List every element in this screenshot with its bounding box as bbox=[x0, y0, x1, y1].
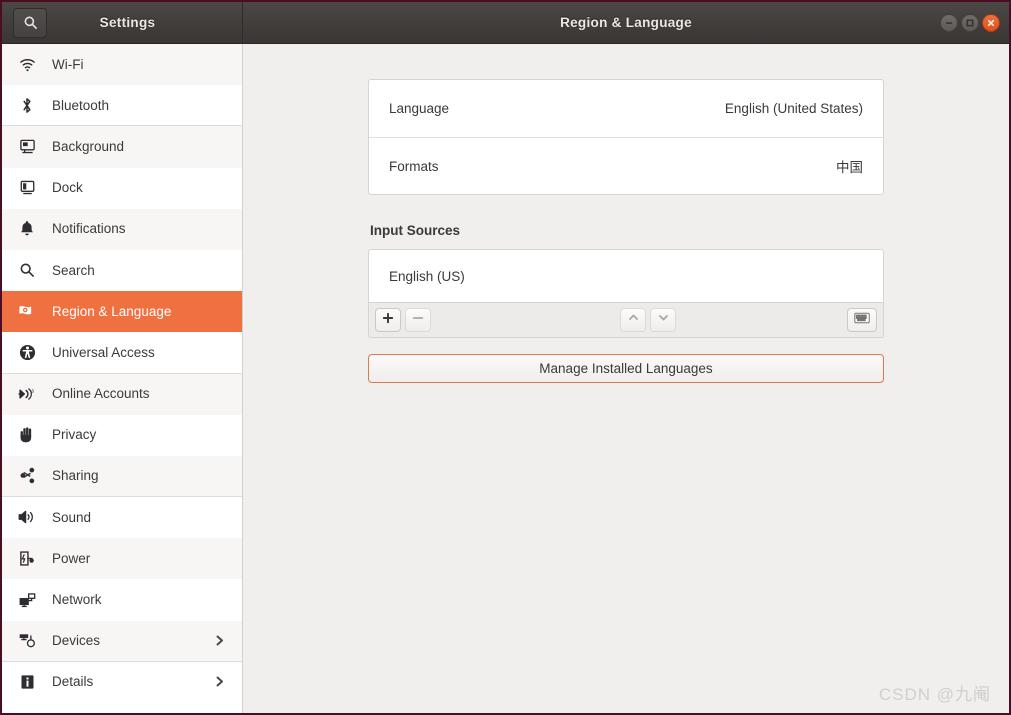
sidebar-item-universal-access[interactable]: Universal Access bbox=[2, 332, 242, 374]
window-title: Region & Language bbox=[560, 15, 692, 30]
region-language-icon bbox=[16, 303, 38, 319]
sidebar-item-label: Devices bbox=[52, 633, 101, 649]
titlebar: Settings Region & Language bbox=[2, 2, 1009, 44]
settings-window: Settings Region & Language Wi-Fi Bluetoo… bbox=[0, 0, 1011, 715]
input-sources-toolbar bbox=[368, 302, 884, 338]
sidebar-item-wi-fi[interactable]: Wi-Fi bbox=[2, 44, 242, 86]
sidebar-item-label: Universal Access bbox=[52, 344, 155, 360]
sidebar-item-label: Wi-Fi bbox=[52, 56, 84, 72]
accessibility-icon bbox=[16, 344, 38, 361]
sidebar-item-label: Bluetooth bbox=[52, 97, 110, 113]
sidebar-item-label: Region & Language bbox=[52, 303, 172, 319]
dock-icon bbox=[16, 179, 38, 196]
maximize-icon bbox=[965, 18, 975, 28]
minimize-button[interactable] bbox=[940, 13, 958, 32]
move-up-button[interactable] bbox=[620, 308, 646, 332]
sidebar-item-label: Sound bbox=[52, 509, 92, 525]
add-input-source-button[interactable] bbox=[375, 308, 401, 332]
chevron-down-icon bbox=[657, 311, 670, 329]
sidebar-item-region-language[interactable]: Region & Language bbox=[2, 291, 242, 333]
list-item[interactable]: English (US) bbox=[369, 250, 883, 302]
sidebar-item-devices[interactable]: Devices bbox=[2, 620, 242, 662]
sidebar-item-label: Power bbox=[52, 550, 91, 566]
power-icon bbox=[16, 550, 38, 567]
formats-label: Formats bbox=[389, 158, 439, 174]
sidebar-item-label: Notifications bbox=[52, 221, 126, 237]
move-down-button[interactable] bbox=[650, 308, 676, 332]
titlebar-main-section: Region & Language bbox=[243, 2, 1009, 43]
sidebar-item-power[interactable]: Power bbox=[2, 538, 242, 580]
chevron-right-icon bbox=[213, 634, 226, 647]
minimize-icon bbox=[944, 18, 954, 28]
svg-text:s: s bbox=[31, 388, 34, 394]
sidebar-item-privacy[interactable]: Privacy bbox=[2, 415, 242, 456]
sound-icon bbox=[16, 509, 38, 525]
search-icon bbox=[16, 262, 38, 278]
sidebar-item-sound[interactable]: Sound bbox=[2, 497, 242, 538]
close-button[interactable] bbox=[982, 13, 1000, 32]
keyboard-icon bbox=[854, 311, 870, 329]
maximize-button[interactable] bbox=[961, 13, 979, 32]
input-sources-list: English (US) bbox=[368, 249, 884, 302]
sidebar-item-label: Sharing bbox=[52, 468, 99, 484]
main-content: Language English (United States) Formats… bbox=[243, 44, 1009, 713]
sidebar-item-label: Privacy bbox=[52, 427, 97, 443]
sidebar-item-label: Background bbox=[52, 138, 125, 154]
sidebar-item-details[interactable]: Details bbox=[2, 662, 242, 703]
sidebar-item-label: Network bbox=[52, 592, 102, 608]
sidebar: Wi-Fi Bluetooth Background Dock Notifica… bbox=[2, 44, 243, 713]
reorder-button-group bbox=[620, 308, 680, 332]
bell-icon bbox=[16, 220, 38, 237]
settings-panel: Language English (United States) Formats… bbox=[368, 44, 884, 383]
formats-value: 中国 bbox=[836, 160, 863, 175]
bluetooth-icon bbox=[16, 97, 38, 114]
details-info-icon bbox=[16, 674, 38, 690]
manage-installed-languages-button[interactable]: Manage Installed Languages bbox=[368, 354, 884, 383]
window-body: Wi-Fi Bluetooth Background Dock Notifica… bbox=[2, 44, 1009, 713]
sidebar-item-search[interactable]: Search bbox=[2, 250, 242, 291]
remove-input-source-button[interactable] bbox=[405, 308, 431, 332]
sidebar-item-background[interactable]: Background bbox=[2, 126, 242, 168]
window-controls bbox=[940, 13, 1000, 32]
sidebar-item-label: Online Accounts bbox=[52, 386, 150, 402]
sidebar-item-network[interactable]: Network bbox=[2, 579, 242, 620]
sidebar-item-label: Dock bbox=[52, 180, 83, 196]
chevron-right-icon bbox=[213, 675, 226, 688]
chevron-up-icon bbox=[627, 311, 640, 329]
row-formats[interactable]: Formats 中国 bbox=[369, 137, 883, 194]
sidebar-item-label: Details bbox=[52, 674, 94, 690]
sidebar-item-online-accounts[interactable]: s Online Accounts bbox=[2, 373, 242, 415]
sidebar-item-bluetooth[interactable]: Bluetooth bbox=[2, 85, 242, 127]
close-icon bbox=[986, 18, 996, 28]
sidebar-title: Settings bbox=[99, 15, 156, 30]
background-icon bbox=[16, 138, 38, 155]
titlebar-sidebar-section: Settings bbox=[2, 2, 243, 43]
search-button[interactable] bbox=[13, 7, 47, 38]
network-icon bbox=[16, 592, 38, 608]
sidebar-item-label: Search bbox=[52, 262, 95, 278]
language-label: Language bbox=[389, 101, 450, 116]
plus-icon bbox=[382, 311, 394, 329]
sidebar-item-dock[interactable]: Dock bbox=[2, 168, 242, 209]
online-accounts-icon: s bbox=[16, 386, 38, 402]
language-formats-card: Language English (United States) Formats… bbox=[368, 79, 884, 195]
wifi-icon bbox=[16, 56, 38, 73]
sidebar-item-notifications[interactable]: Notifications bbox=[2, 208, 242, 250]
search-icon bbox=[23, 15, 38, 30]
row-language[interactable]: Language English (United States) bbox=[369, 80, 883, 137]
devices-icon bbox=[16, 633, 38, 649]
watermark: CSDN @九阉 bbox=[878, 685, 991, 704]
keyboard-preview-button[interactable] bbox=[847, 308, 877, 332]
language-value: English (United States) bbox=[724, 101, 863, 116]
minus-icon bbox=[412, 311, 424, 329]
sidebar-item-sharing[interactable]: Sharing bbox=[2, 455, 242, 498]
privacy-hand-icon bbox=[16, 426, 38, 443]
sharing-icon bbox=[16, 467, 38, 484]
input-sources-heading: Input Sources bbox=[370, 223, 461, 238]
